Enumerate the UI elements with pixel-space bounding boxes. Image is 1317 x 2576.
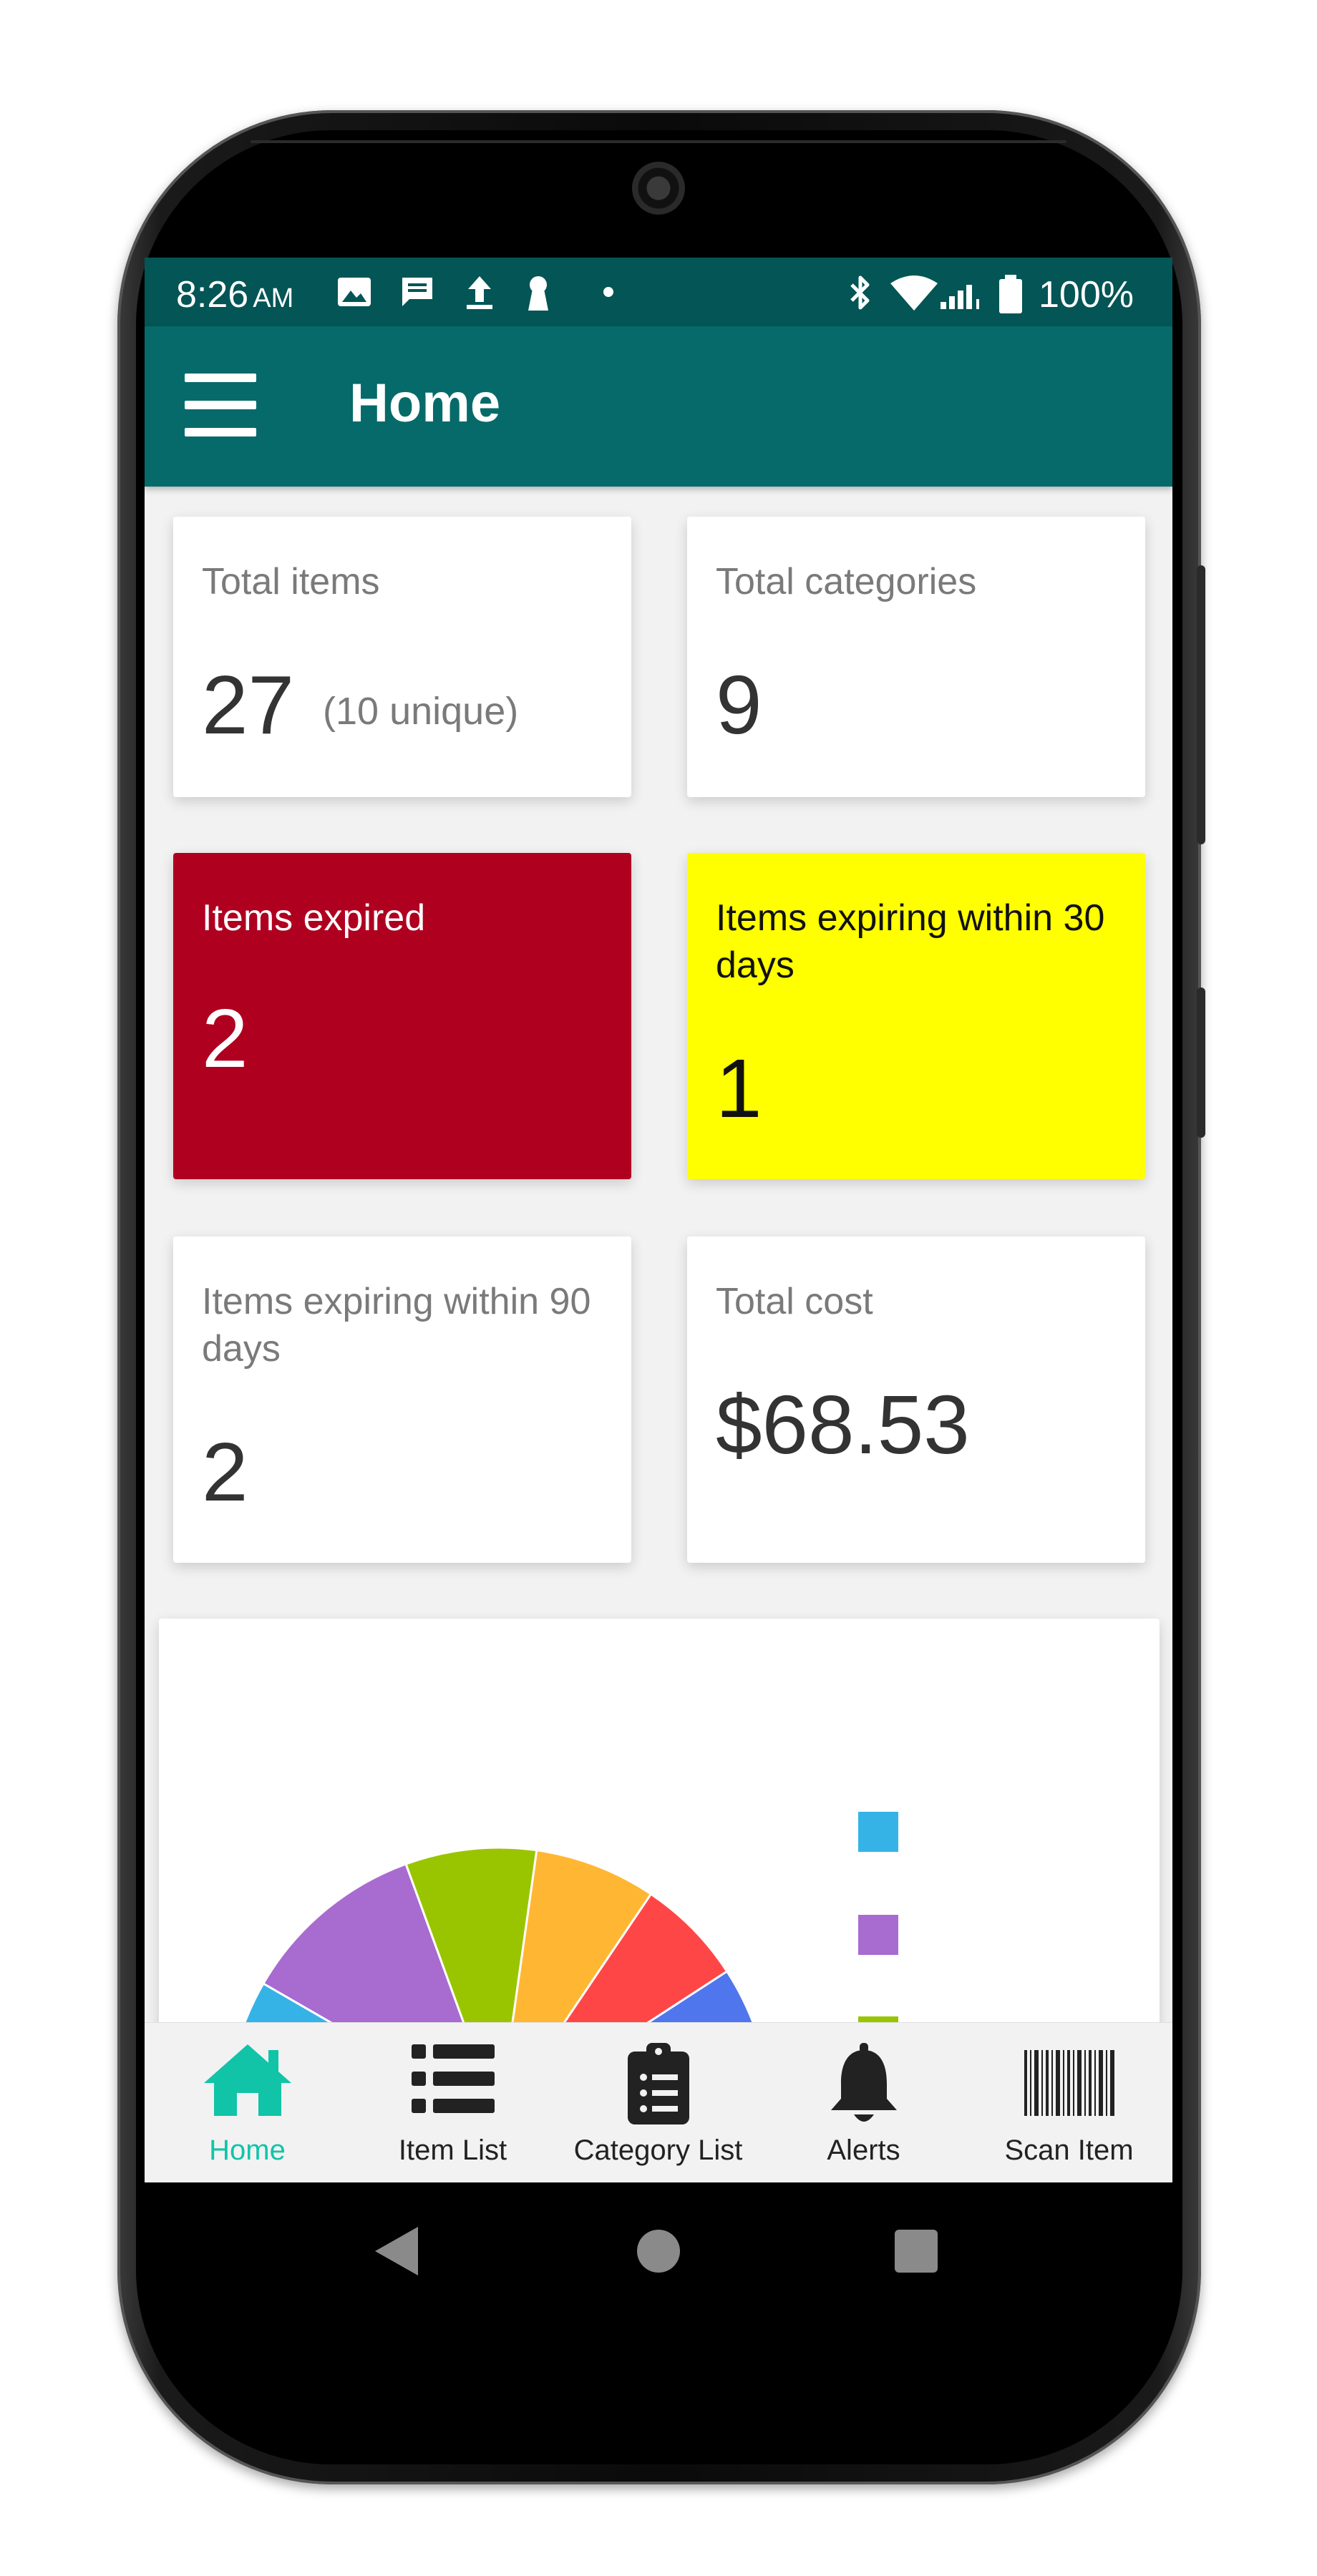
- clipboard-list-icon: [627, 2043, 689, 2124]
- status-time-ampm: AM: [253, 283, 294, 313]
- legend-swatch: [858, 1915, 898, 1955]
- nav-home-label: Home: [209, 2135, 286, 2166]
- front-camera: [632, 162, 685, 215]
- back-icon[interactable]: [374, 2225, 419, 2277]
- total-items-label: Total items: [202, 561, 380, 602]
- expiring-30-days-value: 1: [716, 1042, 762, 1135]
- unique-items-count: (10 unique): [323, 690, 519, 733]
- status-bar: 8:26 AM 100%: [145, 258, 1172, 326]
- phone-side-button: [1197, 987, 1205, 1138]
- list-icon: [411, 2044, 495, 2113]
- barcode-icon: [1024, 2050, 1114, 2116]
- bell-icon: [830, 2043, 897, 2122]
- bottom-navigation: Home Item List Category List Alerts Scan…: [145, 2022, 1172, 2182]
- nav-alerts-label: Alerts: [827, 2135, 900, 2166]
- total-items-count: 27: [202, 658, 295, 751]
- expiring-30-days-card[interactable]: Items expiring within 30 days 1: [687, 853, 1145, 1179]
- app-bar: Home: [145, 326, 1172, 487]
- total-items-value: 27 (10 unique): [202, 657, 518, 753]
- total-cost-card[interactable]: Total cost $68.53: [687, 1236, 1145, 1563]
- total-cost-value: $68.53: [716, 1378, 970, 1471]
- items-expired-card[interactable]: Items expired 2: [173, 853, 631, 1179]
- legend-swatch: [858, 1812, 898, 1852]
- nav-alerts[interactable]: Alerts: [761, 2023, 966, 2182]
- system-navigation-bar: [145, 2182, 1172, 2326]
- items-expired-label: Items expired: [202, 897, 426, 939]
- upload-icon: [467, 276, 492, 309]
- home-circle-icon[interactable]: [636, 2228, 681, 2274]
- items-expired-value: 2: [202, 992, 248, 1085]
- total-categories-card[interactable]: Total categories 9: [687, 517, 1145, 797]
- phone-earpiece: [251, 140, 1066, 143]
- nav-category-list-label: Category List: [573, 2135, 743, 2166]
- wifi-icon: [890, 275, 938, 311]
- status-time: 8:26 AM: [176, 273, 293, 316]
- battery-icon: [999, 275, 1022, 313]
- total-cost-label: Total cost: [716, 1281, 873, 1322]
- home-icon: [203, 2044, 291, 2116]
- nav-item-list-label: Item List: [398, 2135, 507, 2166]
- expiring-30-days-label: Items expiring within 30 days: [716, 897, 1105, 986]
- nav-category-list[interactable]: Category List: [555, 2023, 761, 2182]
- page-title: Home: [349, 373, 501, 434]
- expiring-90-days-label: Items expiring within 90 days: [202, 1281, 591, 1370]
- message-icon: [402, 278, 432, 306]
- expiring-90-days-value: 2: [202, 1425, 248, 1518]
- recents-icon[interactable]: [893, 2228, 939, 2274]
- image-icon: [338, 278, 371, 306]
- total-items-card[interactable]: Total items 27 (10 unique): [173, 517, 631, 797]
- nav-scan-item-label: Scan Item: [1004, 2135, 1134, 2166]
- phone-side-button: [1197, 565, 1205, 844]
- expiring-90-days-card[interactable]: Items expiring within 90 days 2: [173, 1236, 631, 1563]
- signal-icon: [941, 285, 979, 309]
- nav-item-list[interactable]: Item List: [350, 2023, 555, 2182]
- keyhole-icon: [528, 276, 548, 311]
- status-time-value: 8:26: [176, 274, 249, 316]
- nav-home[interactable]: Home: [145, 2023, 350, 2182]
- bluetooth-icon: [850, 275, 870, 310]
- hamburger-menu-icon[interactable]: [185, 374, 256, 438]
- total-categories-value: 9: [716, 658, 762, 751]
- nav-scan-item[interactable]: Scan Item: [966, 2023, 1172, 2182]
- battery-percentage: 100%: [1039, 274, 1134, 316]
- notification-dot-icon: [603, 287, 613, 297]
- app-screen: 8:26 AM 100% Home Total items 27 (10 uni…: [145, 258, 1172, 2182]
- total-categories-label: Total categories: [716, 561, 977, 602]
